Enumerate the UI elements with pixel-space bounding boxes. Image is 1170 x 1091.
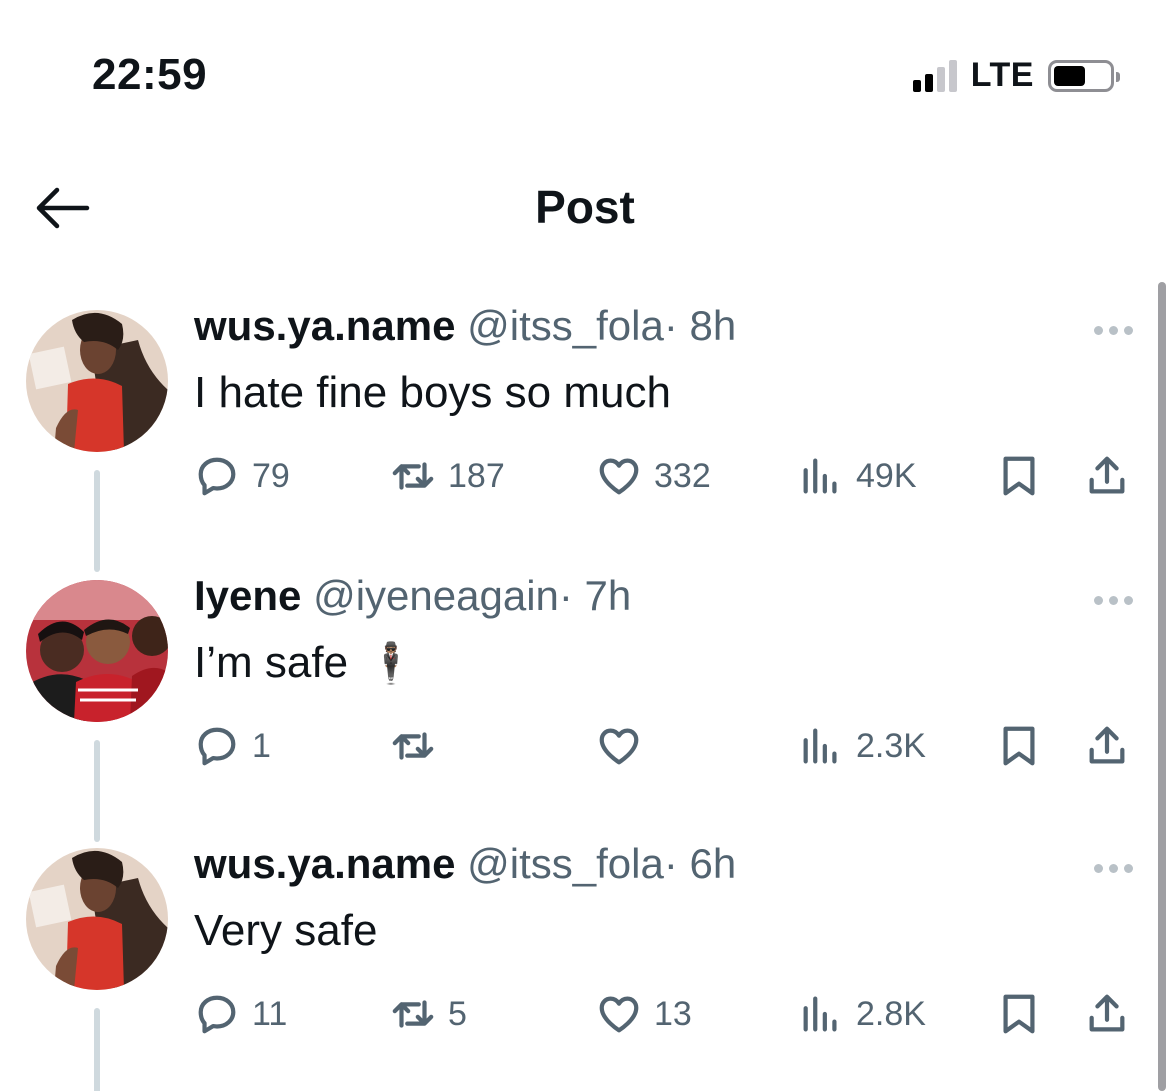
reply-count: 1 [252, 726, 271, 765]
bookmark-icon [1003, 726, 1035, 766]
reply-icon [198, 457, 236, 496]
like-button[interactable]: 332 [596, 446, 711, 506]
share-button[interactable] [1084, 446, 1130, 506]
battery-icon [1048, 59, 1120, 92]
repost-button[interactable]: 187 [390, 446, 505, 506]
avatar[interactable] [26, 848, 168, 990]
reply-count: 11 [252, 994, 288, 1033]
bookmark-button[interactable] [996, 716, 1042, 776]
action-bar: 1 2.3K [194, 716, 1144, 776]
more-options-button[interactable] [1094, 326, 1133, 335]
like-count: 332 [654, 456, 711, 495]
views-button[interactable]: 2.8K [798, 984, 926, 1044]
share-icon [1089, 456, 1125, 494]
thread-line [94, 470, 100, 572]
reply-button[interactable]: 11 [194, 984, 287, 1044]
author-handle[interactable]: @itss_fola [467, 302, 664, 349]
post-meta: wus.ya.name @itss_fola· 8h [194, 302, 736, 350]
post-meta: wus.ya.name @itss_fola· 6h [194, 840, 736, 888]
repost-icon [392, 732, 434, 760]
more-options-button[interactable] [1094, 864, 1133, 873]
status-indicators: LTE [912, 56, 1120, 95]
post[interactable]: wus.ya.name @itss_fola· 8h I hate fine b… [0, 300, 1150, 572]
post-text-content: Very safe [194, 906, 378, 955]
post-time: · 6h [663, 840, 737, 887]
reply-button[interactable]: 79 [194, 446, 290, 506]
views-count: 49K [856, 456, 917, 495]
status-time: 22:59 [92, 50, 208, 99]
post-text-content: I’m safe [194, 638, 349, 687]
more-options-button[interactable] [1094, 596, 1133, 605]
repost-count: 187 [448, 456, 505, 495]
bookmark-icon [1003, 456, 1035, 496]
reply-icon [198, 995, 236, 1034]
like-count: 13 [654, 994, 692, 1033]
thread-line [94, 1008, 100, 1091]
action-bar: 11 5 13 2.8K [194, 984, 1144, 1044]
author-name[interactable]: Iyene [194, 572, 301, 619]
repost-icon [392, 1000, 434, 1028]
network-label: LTE [970, 56, 1034, 94]
signal-icon [912, 59, 957, 92]
like-button[interactable] [596, 716, 654, 776]
post-time: · 8h [663, 302, 737, 349]
repost-count: 5 [448, 994, 467, 1033]
avatar[interactable] [26, 310, 168, 452]
page-title: Post [535, 181, 635, 233]
views-icon [803, 996, 837, 1032]
reply-icon [198, 727, 236, 766]
share-icon [1089, 726, 1125, 764]
post-text: I hate fine boys so much [194, 368, 671, 418]
thread-line [94, 740, 100, 842]
views-button[interactable]: 2.3K [798, 716, 926, 776]
action-bar: 79 187 332 49K [194, 446, 1144, 506]
scrollbar[interactable] [1158, 282, 1166, 1091]
repost-icon [392, 462, 434, 490]
share-button[interactable] [1084, 984, 1130, 1044]
views-button[interactable]: 49K [798, 446, 917, 506]
post[interactable]: wus.ya.name @itss_fola· 6h Very safe 11 … [0, 838, 1150, 1091]
post-time: · 7h [558, 572, 632, 619]
views-count: 2.3K [856, 726, 926, 765]
post[interactable]: Iyene @iyeneagain· 7h I’m safe 🕴🏽 1 2.3K [0, 570, 1150, 842]
heart-icon [599, 728, 639, 765]
views-icon [803, 728, 837, 764]
post-meta: Iyene @iyeneagain· 7h [194, 572, 631, 620]
heart-icon [599, 996, 639, 1033]
post-text-content: I hate fine boys so much [194, 368, 671, 417]
author-handle[interactable]: @itss_fola [467, 840, 664, 887]
reply-count: 79 [252, 456, 290, 495]
share-button[interactable] [1084, 716, 1130, 776]
bookmark-button[interactable] [996, 446, 1042, 506]
like-button[interactable]: 13 [596, 984, 692, 1044]
author-handle[interactable]: @iyeneagain [313, 572, 559, 619]
repost-button[interactable] [390, 716, 448, 776]
views-count: 2.8K [856, 994, 926, 1033]
bookmark-button[interactable] [996, 984, 1042, 1044]
heart-icon [599, 458, 639, 495]
repost-button[interactable]: 5 [390, 984, 467, 1044]
author-name[interactable]: wus.ya.name [194, 302, 455, 349]
bookmark-icon [1003, 994, 1035, 1034]
author-name[interactable]: wus.ya.name [194, 840, 455, 887]
post-text: Very safe [194, 906, 377, 956]
post-text: I’m safe 🕴🏽 [194, 638, 416, 688]
share-icon [1089, 994, 1125, 1032]
views-icon [803, 458, 837, 494]
reply-button[interactable]: 1 [194, 716, 271, 776]
levitating-man-emoji: 🕴🏽 [366, 641, 416, 686]
avatar[interactable] [26, 580, 168, 722]
